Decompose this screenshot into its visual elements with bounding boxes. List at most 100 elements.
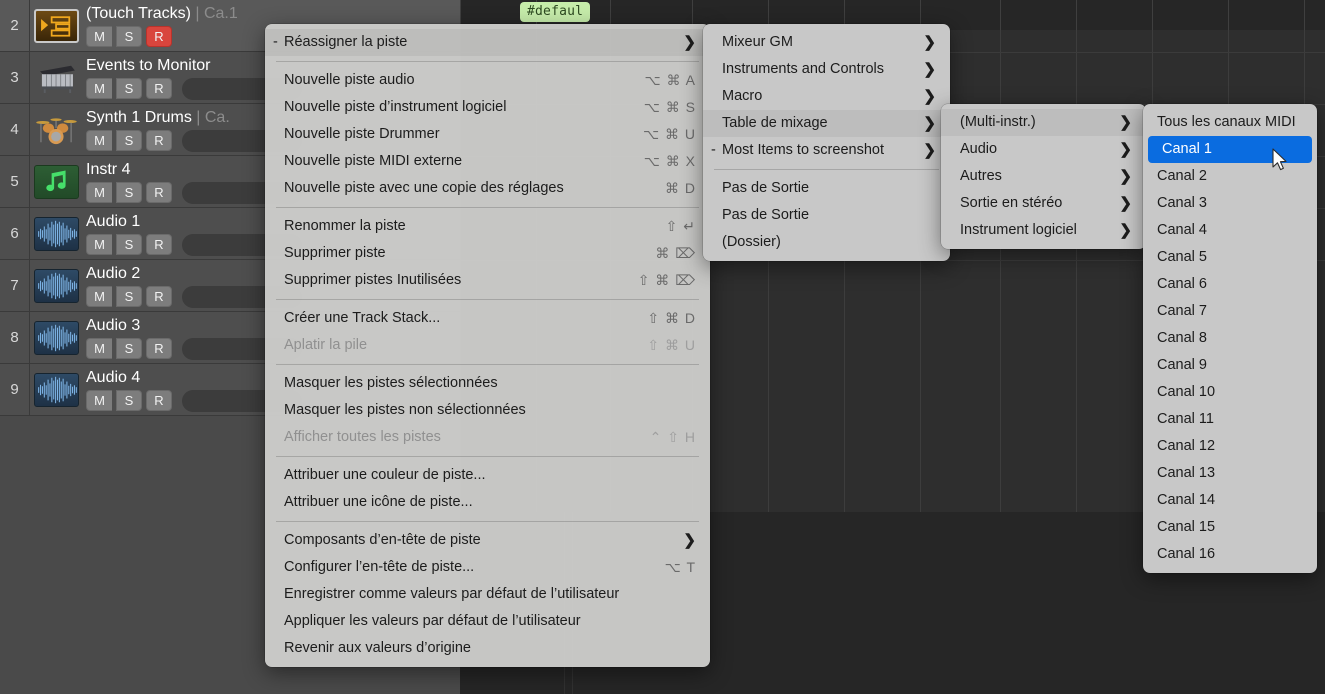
record-enable-button[interactable]: R <box>146 130 172 151</box>
mute-button[interactable]: M <box>86 390 112 411</box>
solo-button[interactable]: S <box>116 78 142 99</box>
menu-item[interactable]: Renommer la piste⇧ ↵ <box>265 213 710 240</box>
menu-item[interactable]: Sortie en stéréo❯ <box>941 190 1146 217</box>
solo-button[interactable]: S <box>116 182 142 203</box>
menu-item[interactable]: Attribuer une icône de piste... <box>265 489 710 516</box>
record-enable-button[interactable]: R <box>146 26 172 47</box>
menu-item[interactable]: Canal 16 <box>1143 541 1317 568</box>
menu-item[interactable]: Table de mixage❯ <box>703 110 950 137</box>
menu-item[interactable]: Masquer les pistes sélectionnées <box>265 370 710 397</box>
track-icon-cell[interactable] <box>30 312 82 363</box>
track-icon-cell[interactable] <box>30 52 82 103</box>
menu-item[interactable]: Canal 2 <box>1143 163 1317 190</box>
track-button-group[interactable]: MSR <box>86 26 172 47</box>
mixer-table-submenu[interactable]: (Multi-instr.)❯Audio❯Autres❯Sortie en st… <box>941 104 1146 249</box>
menu-item[interactable]: Mixeur GM❯ <box>703 29 950 56</box>
menu-item[interactable]: Canal 5 <box>1143 244 1317 271</box>
menu-item[interactable]: Nouvelle piste Drummer⌥ ⌘ U <box>265 121 710 148</box>
menu-item[interactable]: Nouvelle piste MIDI externe⌥ ⌘ X <box>265 148 710 175</box>
solo-button[interactable]: S <box>116 286 142 307</box>
menu-item[interactable]: Audio❯ <box>941 136 1146 163</box>
mute-button[interactable]: M <box>86 130 112 151</box>
track-icon-cell[interactable] <box>30 208 82 259</box>
menu-item[interactable]: Canal 8 <box>1143 325 1317 352</box>
menu-item[interactable]: Composants d’en-tête de piste❯ <box>265 527 710 554</box>
mute-button[interactable]: M <box>86 182 112 203</box>
mute-button[interactable]: M <box>86 234 112 255</box>
record-enable-button[interactable]: R <box>146 78 172 99</box>
menu-item[interactable]: Attribuer une couleur de piste... <box>265 462 710 489</box>
track-name[interactable]: Synth 1 Drums | Ca. <box>86 109 230 127</box>
menu-item[interactable]: Masquer les pistes non sélectionnées <box>265 397 710 424</box>
track-icon-cell[interactable] <box>30 0 82 51</box>
track-name[interactable]: (Touch Tracks) | Ca.1 <box>86 5 238 23</box>
reassign-track-submenu[interactable]: Mixeur GM❯Instruments and Controls❯Macro… <box>703 24 950 261</box>
solo-button[interactable]: S <box>116 390 142 411</box>
menu-item[interactable]: Configurer l’en-tête de piste...⌥ T <box>265 554 710 581</box>
menu-item[interactable]: Nouvelle piste audio⌥ ⌘ A <box>265 67 710 94</box>
record-enable-button[interactable]: R <box>146 286 172 307</box>
menu-item[interactable]: Nouvelle piste d’instrument logiciel⌥ ⌘ … <box>265 94 710 121</box>
menu-item[interactable]: Créer une Track Stack...⇧ ⌘ D <box>265 305 710 332</box>
menu-item[interactable]: Canal 11 <box>1143 406 1317 433</box>
mute-button[interactable]: M <box>86 78 112 99</box>
menu-item[interactable]: -Réassigner la piste❯ <box>265 29 710 56</box>
menu-item[interactable]: Canal 4 <box>1143 217 1317 244</box>
menu-item[interactable]: Canal 9 <box>1143 352 1317 379</box>
track-button-group[interactable]: MSR <box>86 286 172 307</box>
track-button-group[interactable]: MSR <box>86 390 172 411</box>
menu-item[interactable]: Instruments and Controls❯ <box>703 56 950 83</box>
solo-button[interactable]: S <box>116 130 142 151</box>
mute-button[interactable]: M <box>86 338 112 359</box>
menu-item[interactable]: Canal 14 <box>1143 487 1317 514</box>
track-button-group[interactable]: MSR <box>86 78 172 99</box>
solo-button[interactable]: S <box>116 26 142 47</box>
menu-item[interactable]: Autres❯ <box>941 163 1146 190</box>
track-name[interactable]: Events to Monitor <box>86 57 211 75</box>
menu-item[interactable]: Supprimer piste⌘ ⌦ <box>265 240 710 267</box>
menu-item[interactable]: Canal 15 <box>1143 514 1317 541</box>
track-name[interactable]: Instr 4 <box>86 161 130 179</box>
track-button-group[interactable]: MSR <box>86 338 172 359</box>
track-name[interactable]: Audio 4 <box>86 369 140 387</box>
menu-item[interactable]: -Most Items to screenshot❯ <box>703 137 950 164</box>
record-enable-button[interactable]: R <box>146 182 172 203</box>
menu-item[interactable]: Revenir aux valeurs d’origine <box>265 635 710 662</box>
menu-item[interactable]: Canal 13 <box>1143 460 1317 487</box>
mute-button[interactable]: M <box>86 286 112 307</box>
solo-button[interactable]: S <box>116 234 142 255</box>
menu-item[interactable]: Macro❯ <box>703 83 950 110</box>
track-name[interactable]: Audio 3 <box>86 317 140 335</box>
menu-item[interactable]: Instrument logiciel❯ <box>941 217 1146 244</box>
track-button-group[interactable]: MSR <box>86 182 172 203</box>
track-name[interactable]: Audio 2 <box>86 265 140 283</box>
menu-item[interactable]: Canal 1 <box>1148 136 1312 163</box>
menu-item[interactable]: Enregistrer comme valeurs par défaut de … <box>265 581 710 608</box>
menu-item[interactable]: Appliquer les valeurs par défaut de l’ut… <box>265 608 710 635</box>
solo-button[interactable]: S <box>116 338 142 359</box>
track-button-group[interactable]: MSR <box>86 130 172 151</box>
track-context-menu[interactable]: -Réassigner la piste❯ Nouvelle piste audi… <box>265 24 710 667</box>
track-name[interactable]: Audio 1 <box>86 213 140 231</box>
track-button-group[interactable]: MSR <box>86 234 172 255</box>
track-icon-cell[interactable] <box>30 364 82 415</box>
menu-item[interactable]: Canal 3 <box>1143 190 1317 217</box>
menu-item[interactable]: Canal 7 <box>1143 298 1317 325</box>
menu-item[interactable]: Pas de Sortie <box>703 202 950 229</box>
menu-item[interactable]: (Dossier) <box>703 229 950 256</box>
mute-button[interactable]: M <box>86 26 112 47</box>
track-icon-cell[interactable] <box>30 156 82 207</box>
menu-item[interactable]: Pas de Sortie <box>703 175 950 202</box>
menu-item[interactable]: Canal 6 <box>1143 271 1317 298</box>
menu-item[interactable]: Tous les canaux MIDI <box>1143 109 1317 136</box>
midi-channel-submenu[interactable]: Tous les canaux MIDICanal 1Canal 2Canal … <box>1143 104 1317 573</box>
menu-item[interactable]: Canal 10 <box>1143 379 1317 406</box>
record-enable-button[interactable]: R <box>146 234 172 255</box>
track-icon-cell[interactable] <box>30 260 82 311</box>
menu-item[interactable]: Canal 12 <box>1143 433 1317 460</box>
track-icon-cell[interactable] <box>30 104 82 155</box>
menu-item[interactable]: Nouvelle piste avec une copie des réglag… <box>265 175 710 202</box>
menu-item[interactable]: Supprimer pistes Inutilisées⇧ ⌘ ⌦ <box>265 267 710 294</box>
menu-item[interactable]: (Multi-instr.)❯ <box>941 109 1146 136</box>
record-enable-button[interactable]: R <box>146 390 172 411</box>
